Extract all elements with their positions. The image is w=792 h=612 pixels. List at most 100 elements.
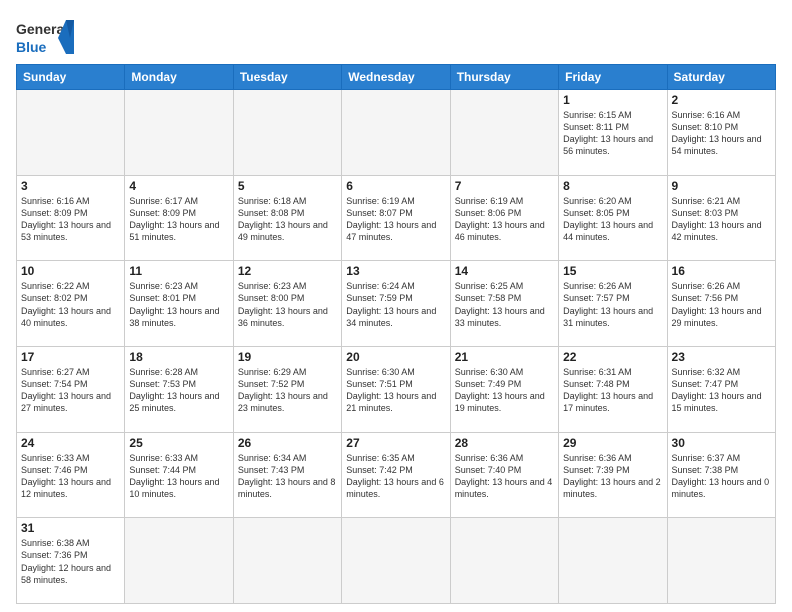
calendar-cell-1-0-5: 1 Sunrise: 6:15 AM Sunset: 8:11 PM Daylig… xyxy=(559,90,667,176)
calendar-cell-empty-5-1 xyxy=(125,518,233,604)
day-number: 7 xyxy=(455,179,554,193)
calendar-cell-12-2-2: 12Sunrise: 6:23 AM Sunset: 8:00 PM Dayli… xyxy=(233,261,341,347)
calendar-cell-21-3-4: 21 Sunrise: 6:30 AM Sunset: 7:49 PM Dayli… xyxy=(450,346,558,432)
calendar-cell-7-1-4: 7 Sunrise: 6:19 AM Sunset: 8:06 PM Daylig… xyxy=(450,175,558,261)
day-number: 18 xyxy=(129,350,228,364)
weekday-header-tuesday: Tuesday xyxy=(233,65,341,90)
day-info: Sunrise: 6:33 AM Sunset: 7:46 PM Dayligh… xyxy=(21,452,120,501)
day-number: 24 xyxy=(21,436,120,450)
day-number: 16 xyxy=(672,264,771,278)
calendar-cell-empty-5-6 xyxy=(667,518,775,604)
day-number: 6 xyxy=(346,179,445,193)
calendar-cell-empty-5-3 xyxy=(342,518,450,604)
day-info: Sunrise: 6:20 AM Sunset: 8:05 PM Dayligh… xyxy=(563,195,662,244)
calendar-cell-25-4-1: 25 Sunrise: 6:33 AM Sunset: 7:44 PM Dayli… xyxy=(125,432,233,518)
day-info: Sunrise: 6:21 AM Sunset: 8:03 PM Dayligh… xyxy=(672,195,771,244)
day-info: Sunrise: 6:34 AM Sunset: 7:43 PM Dayligh… xyxy=(238,452,337,501)
weekday-header-monday: Monday xyxy=(125,65,233,90)
calendar-cell-empty-5-5 xyxy=(559,518,667,604)
day-info: Sunrise: 6:33 AM Sunset: 7:44 PM Dayligh… xyxy=(129,452,228,501)
calendar-cell-empty-5-2 xyxy=(233,518,341,604)
calendar-cell-20-3-3: 20 Sunrise: 6:30 AM Sunset: 7:51 PM Dayli… xyxy=(342,346,450,432)
header: General Blue xyxy=(16,16,776,58)
day-info: Sunrise: 6:36 AM Sunset: 7:40 PM Dayligh… xyxy=(455,452,554,501)
calendar-cell-11-2-1: 11Sunrise: 6:23 AM Sunset: 8:01 PM Dayli… xyxy=(125,261,233,347)
calendar-cell-18-3-1: 18 Sunrise: 6:28 AM Sunset: 7:53 PM Dayli… xyxy=(125,346,233,432)
day-number: 29 xyxy=(563,436,662,450)
calendar-cell-empty-0-2 xyxy=(233,90,341,176)
weekday-header-friday: Friday xyxy=(559,65,667,90)
day-number: 8 xyxy=(563,179,662,193)
day-number: 4 xyxy=(129,179,228,193)
calendar-cell-27-4-3: 27 Sunrise: 6:35 AM Sunset: 7:42 PM Dayli… xyxy=(342,432,450,518)
calendar-cell-6-1-3: 6 Sunrise: 6:19 AM Sunset: 8:07 PM Daylig… xyxy=(342,175,450,261)
day-info: Sunrise: 6:22 AM Sunset: 8:02 PM Dayligh… xyxy=(21,280,120,329)
calendar: SundayMondayTuesdayWednesdayThursdayFrid… xyxy=(16,64,776,604)
day-info: Sunrise: 6:28 AM Sunset: 7:53 PM Dayligh… xyxy=(129,366,228,415)
day-info: Sunrise: 6:16 AM Sunset: 8:09 PM Dayligh… xyxy=(21,195,120,244)
day-info: Sunrise: 6:30 AM Sunset: 7:49 PM Dayligh… xyxy=(455,366,554,415)
day-info: Sunrise: 6:23 AM Sunset: 8:01 PM Dayligh… xyxy=(129,280,228,329)
day-number: 27 xyxy=(346,436,445,450)
day-number: 20 xyxy=(346,350,445,364)
calendar-cell-28-4-4: 28 Sunrise: 6:36 AM Sunset: 7:40 PM Dayli… xyxy=(450,432,558,518)
day-info: Sunrise: 6:24 AM Sunset: 7:59 PM Dayligh… xyxy=(346,280,445,329)
day-info: Sunrise: 6:36 AM Sunset: 7:39 PM Dayligh… xyxy=(563,452,662,501)
day-number: 26 xyxy=(238,436,337,450)
day-number: 5 xyxy=(238,179,337,193)
logo: General Blue xyxy=(16,16,76,58)
calendar-cell-31-5-0: 31 Sunrise: 6:38 AM Sunset: 7:36 PM Dayli… xyxy=(17,518,125,604)
day-info: Sunrise: 6:30 AM Sunset: 7:51 PM Dayligh… xyxy=(346,366,445,415)
calendar-cell-29-4-5: 29 Sunrise: 6:36 AM Sunset: 7:39 PM Dayli… xyxy=(559,432,667,518)
calendar-cell-23-3-6: 23Sunrise: 6:32 AM Sunset: 7:47 PM Dayli… xyxy=(667,346,775,432)
day-number: 15 xyxy=(563,264,662,278)
page: General Blue SundayMondayTuesdayWednesda… xyxy=(0,0,792,612)
weekday-header-wednesday: Wednesday xyxy=(342,65,450,90)
day-info: Sunrise: 6:38 AM Sunset: 7:36 PM Dayligh… xyxy=(21,537,120,586)
calendar-cell-19-3-2: 19 Sunrise: 6:29 AM Sunset: 7:52 PM Dayli… xyxy=(233,346,341,432)
calendar-cell-2-0-6: 2 Sunrise: 6:16 AM Sunset: 8:10 PM Daylig… xyxy=(667,90,775,176)
day-info: Sunrise: 6:19 AM Sunset: 8:07 PM Dayligh… xyxy=(346,195,445,244)
day-number: 17 xyxy=(21,350,120,364)
calendar-cell-8-1-5: 8 Sunrise: 6:20 AM Sunset: 8:05 PM Daylig… xyxy=(559,175,667,261)
day-number: 28 xyxy=(455,436,554,450)
calendar-cell-10-2-0: 10Sunrise: 6:22 AM Sunset: 8:02 PM Dayli… xyxy=(17,261,125,347)
calendar-cell-17-3-0: 17 Sunrise: 6:27 AM Sunset: 7:54 PM Dayli… xyxy=(17,346,125,432)
day-number: 13 xyxy=(346,264,445,278)
day-number: 21 xyxy=(455,350,554,364)
day-number: 2 xyxy=(672,93,771,107)
day-number: 31 xyxy=(21,521,120,535)
calendar-cell-empty-0-1 xyxy=(125,90,233,176)
weekday-header-sunday: Sunday xyxy=(17,65,125,90)
calendar-cell-4-1-1: 4 Sunrise: 6:17 AM Sunset: 8:09 PM Daylig… xyxy=(125,175,233,261)
day-number: 1 xyxy=(563,93,662,107)
day-number: 22 xyxy=(563,350,662,364)
day-info: Sunrise: 6:26 AM Sunset: 7:56 PM Dayligh… xyxy=(672,280,771,329)
day-info: Sunrise: 6:25 AM Sunset: 7:58 PM Dayligh… xyxy=(455,280,554,329)
calendar-cell-empty-0-3 xyxy=(342,90,450,176)
calendar-cell-13-2-3: 13 Sunrise: 6:24 AM Sunset: 7:59 PM Dayli… xyxy=(342,261,450,347)
day-info: Sunrise: 6:35 AM Sunset: 7:42 PM Dayligh… xyxy=(346,452,445,501)
day-info: Sunrise: 6:15 AM Sunset: 8:11 PM Dayligh… xyxy=(563,109,662,158)
day-number: 19 xyxy=(238,350,337,364)
calendar-cell-22-3-5: 22Sunrise: 6:31 AM Sunset: 7:48 PM Dayli… xyxy=(559,346,667,432)
day-number: 14 xyxy=(455,264,554,278)
calendar-cell-15-2-5: 15 Sunrise: 6:26 AM Sunset: 7:57 PM Dayli… xyxy=(559,261,667,347)
day-info: Sunrise: 6:27 AM Sunset: 7:54 PM Dayligh… xyxy=(21,366,120,415)
day-info: Sunrise: 6:19 AM Sunset: 8:06 PM Dayligh… xyxy=(455,195,554,244)
generalblue-logo-icon: General Blue xyxy=(16,16,76,58)
day-info: Sunrise: 6:37 AM Sunset: 7:38 PM Dayligh… xyxy=(672,452,771,501)
day-info: Sunrise: 6:17 AM Sunset: 8:09 PM Dayligh… xyxy=(129,195,228,244)
calendar-cell-26-4-2: 26 Sunrise: 6:34 AM Sunset: 7:43 PM Dayli… xyxy=(233,432,341,518)
weekday-header-saturday: Saturday xyxy=(667,65,775,90)
day-info: Sunrise: 6:26 AM Sunset: 7:57 PM Dayligh… xyxy=(563,280,662,329)
calendar-cell-24-4-0: 24 Sunrise: 6:33 AM Sunset: 7:46 PM Dayli… xyxy=(17,432,125,518)
calendar-cell-empty-0-0 xyxy=(17,90,125,176)
day-info: Sunrise: 6:29 AM Sunset: 7:52 PM Dayligh… xyxy=(238,366,337,415)
day-number: 9 xyxy=(672,179,771,193)
calendar-cell-16-2-6: 16 Sunrise: 6:26 AM Sunset: 7:56 PM Dayli… xyxy=(667,261,775,347)
svg-text:Blue: Blue xyxy=(16,39,47,55)
day-number: 23 xyxy=(672,350,771,364)
day-info: Sunrise: 6:16 AM Sunset: 8:10 PM Dayligh… xyxy=(672,109,771,158)
day-number: 25 xyxy=(129,436,228,450)
